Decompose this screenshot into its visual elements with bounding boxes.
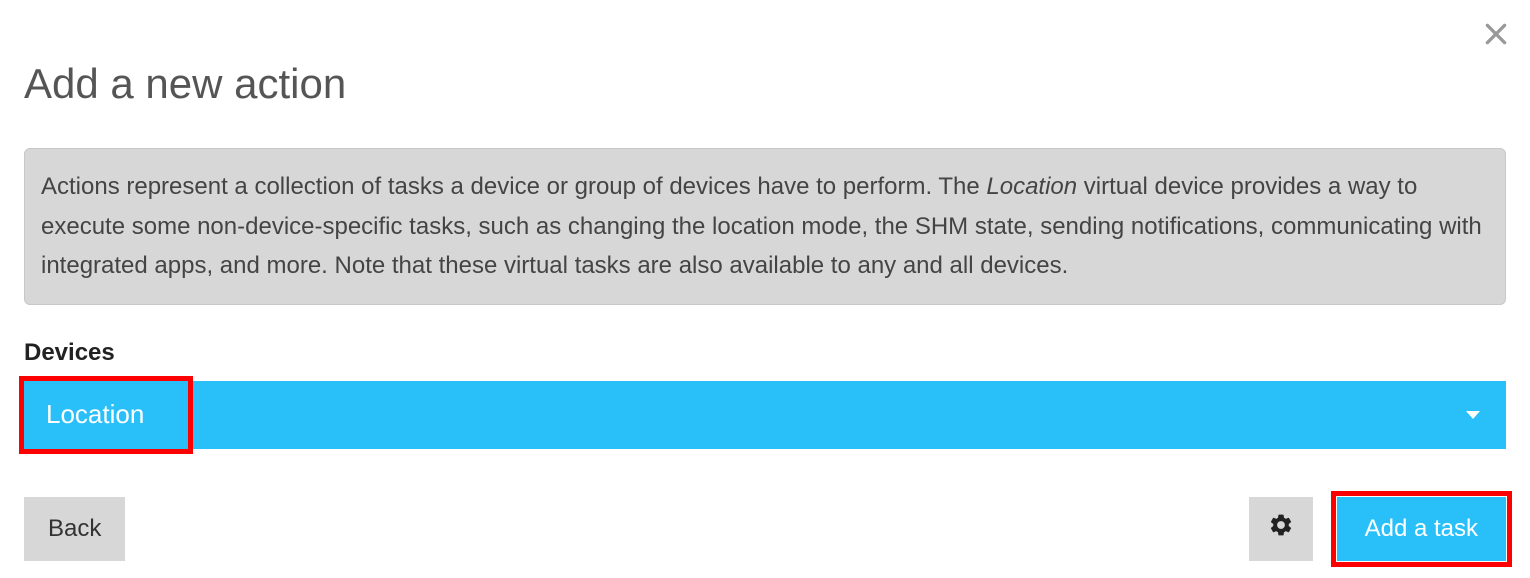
close-icon — [1483, 21, 1509, 52]
back-button[interactable]: Back — [24, 497, 125, 561]
info-text-emphasis: Location — [986, 173, 1077, 200]
info-description: Actions represent a collection of tasks … — [24, 148, 1506, 305]
info-text-before: Actions represent a collection of tasks … — [41, 173, 986, 200]
settings-button[interactable] — [1249, 497, 1313, 561]
gear-icon — [1268, 512, 1294, 545]
devices-select-value: Location — [46, 399, 144, 430]
devices-label: Devices — [24, 339, 1506, 367]
page-title: Add a new action — [24, 60, 1506, 108]
close-button[interactable] — [1480, 20, 1512, 52]
chevron-down-icon — [1466, 410, 1480, 420]
devices-select[interactable]: Location — [24, 381, 1506, 449]
add-task-button[interactable]: Add a task — [1337, 497, 1506, 561]
